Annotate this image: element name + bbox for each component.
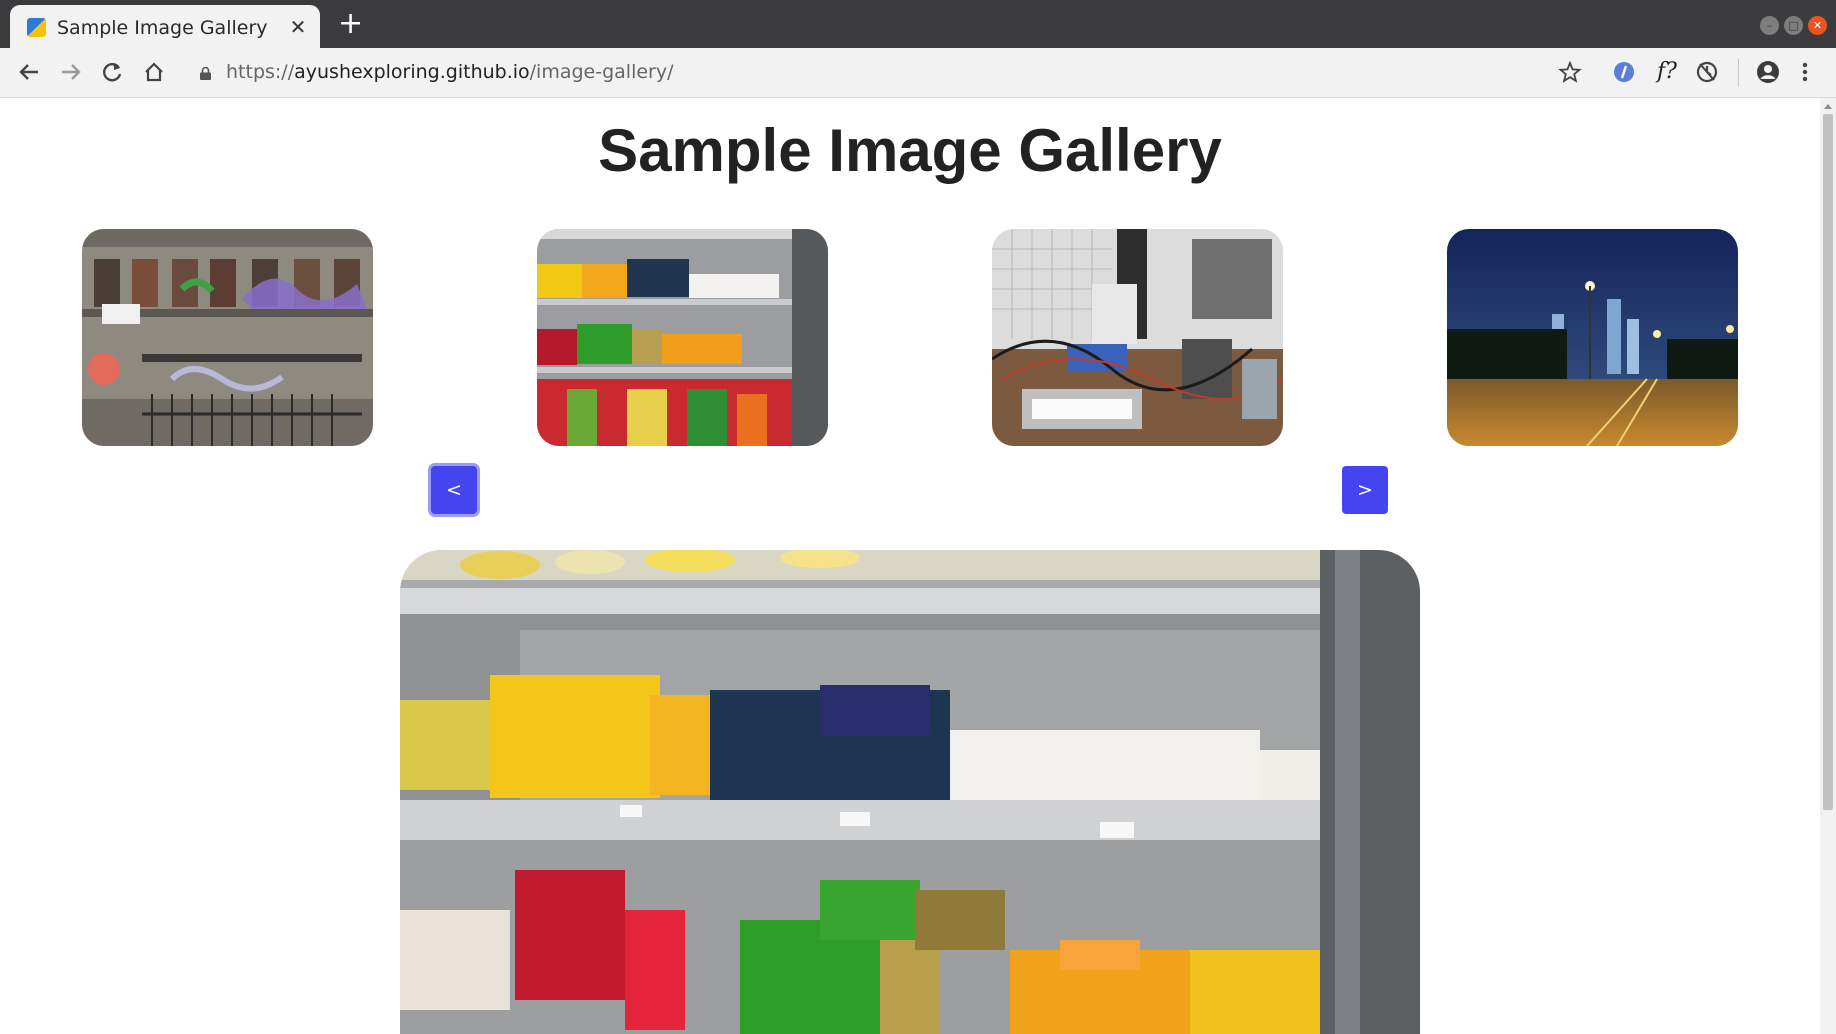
tab-title: Sample Image Gallery: [57, 17, 268, 39]
url-scheme: https://: [226, 61, 295, 83]
thumbnail-city-street-night[interactable]: [1447, 229, 1738, 446]
scroll-up-arrow-icon[interactable]: [1824, 104, 1832, 109]
refresh-extension-icon[interactable]: [1692, 58, 1722, 86]
extension-icon[interactable]: [1609, 58, 1639, 86]
next-button[interactable]: >: [1342, 466, 1388, 514]
main-image-cheese-shelves: [400, 550, 1420, 1034]
account-avatar-icon[interactable]: [1753, 58, 1783, 86]
thumbnail-electronics-workbench[interactable]: [992, 229, 1283, 446]
page-title: Sample Image Gallery: [598, 117, 1222, 184]
menu-kebab-icon[interactable]: [1795, 58, 1815, 86]
browser-toolbar: https://ayushexploring.github.io/image-g…: [0, 48, 1836, 98]
scrollbar-thumb[interactable]: [1823, 114, 1833, 810]
address-bar[interactable]: https://ayushexploring.github.io/image-g…: [226, 61, 674, 83]
maximize-icon[interactable]: □: [1784, 16, 1803, 35]
thumbnail-graffiti-building[interactable]: [82, 229, 373, 446]
tab-close-icon[interactable]: ✕: [288, 15, 308, 39]
toolbar-separator: [1738, 59, 1739, 87]
minimize-icon[interactable]: –: [1760, 16, 1779, 35]
tab-favicon-icon: [27, 18, 46, 37]
browser-titlebar: Sample Image Gallery ✕ + – □ ✕: [0, 0, 1836, 48]
new-tab-button[interactable]: +: [338, 9, 363, 39]
lock-icon[interactable]: [199, 67, 212, 80]
font-finder-extension-icon[interactable]: f?: [1649, 58, 1685, 86]
browser-tab[interactable]: Sample Image Gallery ✕: [10, 5, 320, 48]
page-viewport: Sample Image Gallery < >: [0, 98, 1820, 1034]
prev-button[interactable]: <: [431, 466, 477, 514]
forward-arrow-icon[interactable]: [56, 58, 86, 86]
url-host: ayushexploring.github.io: [294, 61, 530, 83]
bookmark-star-icon[interactable]: [1555, 58, 1585, 86]
page-scrollbar[interactable]: [1820, 98, 1836, 1034]
back-arrow-icon[interactable]: [14, 58, 44, 86]
close-window-icon[interactable]: ✕: [1808, 16, 1827, 35]
thumbnail-cheese-shelves[interactable]: [537, 229, 828, 446]
reload-icon[interactable]: [98, 58, 128, 86]
url-path: /image-gallery/: [529, 61, 674, 83]
home-icon[interactable]: [139, 58, 169, 86]
